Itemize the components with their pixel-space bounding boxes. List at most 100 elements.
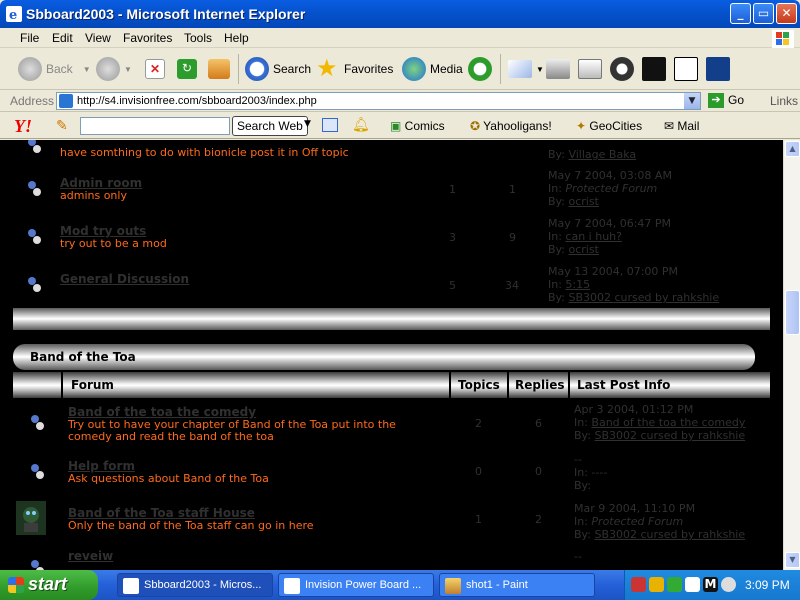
menu-file[interactable]: File — [20, 31, 39, 45]
in-label: In: — [548, 278, 562, 291]
antivirus-icon[interactable] — [667, 577, 682, 592]
yahoo-logo[interactable]: Y! — [14, 116, 32, 137]
yahoo-geocities[interactable]: ✦ GeoCities — [576, 119, 642, 133]
yahoo-search-input[interactable] — [80, 117, 230, 135]
discuss-button[interactable] — [610, 54, 638, 84]
messenger-tray-icon[interactable] — [649, 577, 664, 592]
scroll-down-arrow[interactable]: ▼ — [785, 552, 800, 568]
network-icon[interactable] — [631, 577, 646, 592]
yahoo-yahooligans[interactable]: ✪ Yahooligans! — [470, 119, 552, 133]
last-post-author[interactable]: Village Baka — [568, 148, 636, 161]
last-post-topic[interactable]: can i huh? — [565, 230, 622, 243]
forum-link[interactable]: Band of the toa the comedy — [68, 405, 256, 419]
forum-link[interactable]: Admin room — [60, 176, 142, 190]
refresh-button[interactable]: ↻ — [177, 54, 201, 84]
printer-icon — [546, 59, 570, 79]
last-post-topic: Protected Forum — [565, 182, 658, 195]
media-globe-icon — [402, 57, 426, 81]
back-button[interactable]: Back ▼ — [18, 54, 91, 84]
menu-help[interactable]: Help — [224, 31, 249, 45]
history-button[interactable] — [468, 54, 496, 84]
print-button[interactable] — [546, 54, 574, 84]
task-label: Invision Power Board ... — [305, 579, 422, 591]
go-label: Go — [728, 93, 745, 107]
media-button[interactable]: Media — [402, 54, 463, 84]
yahoo-search-dropdown-icon[interactable]: ▼ — [304, 119, 311, 129]
minimize-button[interactable]: _ — [730, 3, 751, 24]
layout-icon[interactable] — [322, 118, 338, 132]
close-button[interactable]: ✕ — [776, 3, 797, 24]
last-post-topic: Protected Forum — [591, 515, 684, 528]
mail-button[interactable]: ▼ — [508, 54, 544, 84]
menu-edit[interactable]: Edit — [52, 31, 73, 45]
volume-icon[interactable] — [685, 577, 700, 592]
yahoo-search-button[interactable]: Search Web — [232, 116, 308, 136]
address-dropdown-icon[interactable]: ▼ — [684, 93, 700, 109]
scroll-thumb[interactable] — [785, 290, 800, 335]
column-forum: Forum — [71, 378, 114, 392]
last-post-author[interactable]: ocrist — [568, 195, 598, 208]
maximize-button[interactable]: ▭ — [753, 3, 774, 24]
search-button[interactable]: Search — [245, 54, 311, 84]
address-input[interactable]: http://s4.invisionfree.com/sbboard2003/i… — [56, 92, 701, 110]
stop-button[interactable]: ✕ — [145, 54, 169, 84]
comics-icon: ▣ — [390, 119, 405, 133]
menu-tools[interactable]: Tools — [184, 31, 212, 45]
home-button[interactable] — [208, 54, 234, 84]
start-button[interactable]: start — [0, 570, 98, 600]
favorites-button[interactable]: ★ Favorites — [316, 54, 393, 84]
forward-button[interactable]: ▼ — [96, 54, 132, 84]
speaker-icon[interactable] — [721, 577, 736, 592]
task-paint[interactable]: shot1 - Paint — [439, 573, 595, 597]
menu-view[interactable]: View — [85, 31, 111, 45]
pencil-icon[interactable]: ✎ — [56, 118, 68, 134]
links-button[interactable]: Links — [770, 94, 798, 108]
yahoo-comics[interactable]: ▣ Comics — [390, 119, 445, 133]
geocities-label: GeoCities — [589, 119, 643, 133]
replies-count: 1 — [509, 183, 516, 196]
m-app-icon[interactable]: M — [703, 577, 718, 592]
person-button[interactable] — [674, 54, 702, 84]
menu-favorites[interactable]: Favorites — [123, 31, 172, 45]
last-post-topic[interactable]: 5:15 — [565, 278, 590, 291]
edit-button[interactable] — [578, 54, 606, 84]
clock[interactable]: 3:09 PM — [745, 578, 790, 592]
category-title[interactable]: Band of the Toa — [30, 350, 136, 364]
bell-icon[interactable]: 🔔︎ — [352, 117, 370, 133]
forum-description-line2: comedy and read the band of the toa — [68, 430, 274, 443]
forum-link[interactable]: General Discussion — [60, 272, 189, 286]
last-post-date: -- — [574, 550, 582, 563]
forum-link[interactable]: Help form — [68, 459, 135, 473]
last-post-author[interactable]: ocrist — [568, 243, 598, 256]
forum-link[interactable]: Mod try outs — [60, 224, 146, 238]
replies-count: 9 — [509, 231, 516, 244]
messenger-button[interactable] — [642, 54, 670, 84]
topics-count: 3 — [449, 231, 456, 244]
web-page-content: have somthing to do with bionicle post i… — [0, 140, 783, 570]
vertical-scrollbar[interactable]: ▲ ▼ — [783, 140, 800, 570]
last-post-author[interactable]: SB3002 cursed by rahkshie — [594, 528, 745, 541]
last-post-info: May 7 2004, 03:08 AM In: Protected Forum… — [548, 169, 672, 208]
favorites-label: Favorites — [344, 62, 394, 76]
task-invision[interactable]: Invision Power Board ... — [278, 573, 434, 597]
last-post-author[interactable]: SB3002 cursed by rahkshie — [594, 429, 745, 442]
task-label: Sbboard2003 - Micros... — [144, 579, 262, 591]
last-post-topic[interactable]: Band of the toa the comedy — [591, 416, 745, 429]
task-sbboard[interactable]: Sbboard2003 - Micros... — [117, 573, 273, 597]
scroll-up-arrow[interactable]: ▲ — [785, 141, 800, 157]
research-button[interactable] — [706, 54, 734, 84]
yahoo-mail[interactable]: ✉ Mail — [664, 119, 699, 133]
history-icon — [468, 57, 492, 81]
last-post-author[interactable]: SB3002 cursed by rahkshie — [568, 291, 719, 304]
taskbar: start Sbboard2003 - Micros... Invision P… — [0, 570, 800, 600]
last-post-date: May 13 2004, 07:00 PM — [548, 265, 679, 278]
svg-text:e: e — [9, 8, 17, 23]
go-button[interactable]: ➔ Go — [708, 93, 745, 109]
forum-link[interactable]: Band of the Toa staff House — [68, 506, 255, 520]
title-bar[interactable]: e Sbboard2003 - Microsoft Internet Explo… — [0, 0, 800, 28]
forum-link[interactable]: reveiw — [68, 549, 113, 563]
last-post-date: May 7 2004, 03:08 AM — [548, 169, 672, 182]
go-arrow-icon: ➔ — [708, 93, 724, 109]
mail-dropdown-icon: ▼ — [536, 64, 544, 74]
standard-toolbar: Back ▼ ▼ ✕ ↻ Search ★ Favorites Media ▼ — [0, 48, 800, 90]
